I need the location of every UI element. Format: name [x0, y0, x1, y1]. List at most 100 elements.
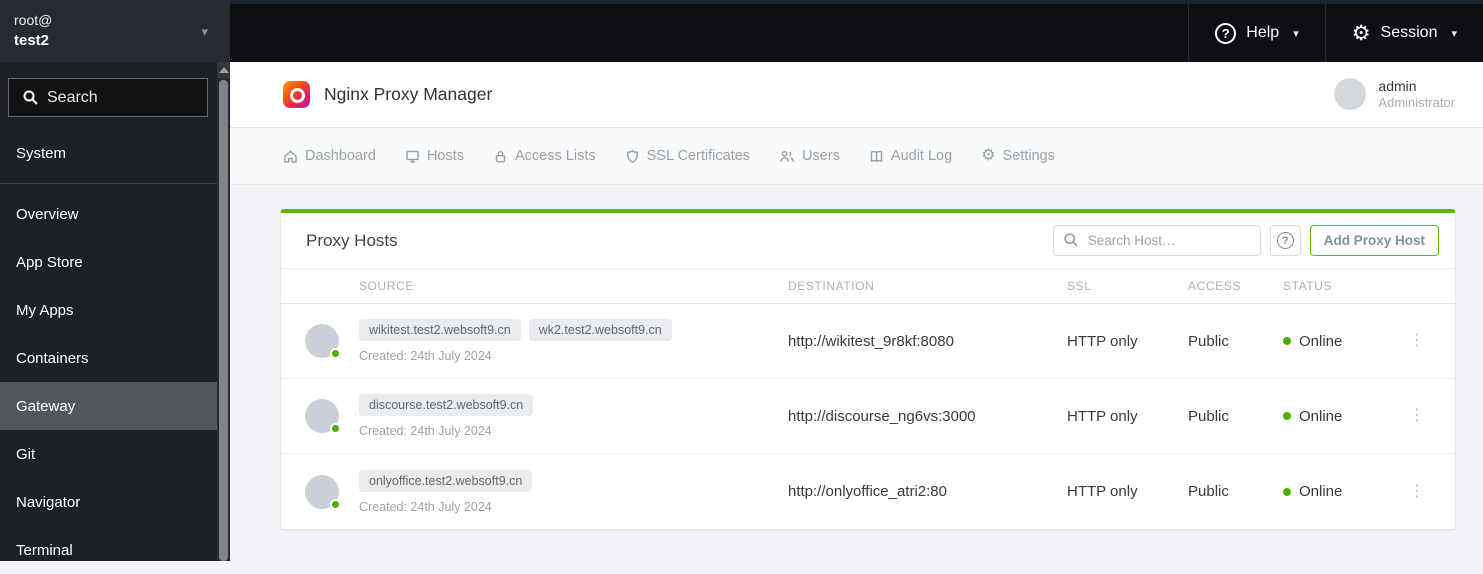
- app-title: Nginx Proxy Manager: [324, 84, 492, 105]
- status-online-dot-icon: [1283, 337, 1291, 345]
- nginx-proxy-manager-logo-icon: [283, 81, 310, 108]
- created-date: Created: 24th July 2024: [359, 424, 788, 438]
- source-domain-badge: onlyoffice.test2.websoft9.cn: [359, 470, 532, 492]
- users-icon: [779, 149, 795, 164]
- access-cell: Public: [1188, 333, 1283, 350]
- sidebar-menu: System Overview App Store My Apps Contai…: [0, 129, 230, 574]
- table-row[interactable]: wikitest.test2.websoft9.cn wk2.test2.web…: [281, 304, 1455, 379]
- tab-settings[interactable]: ⚙ Settings: [981, 148, 1055, 164]
- add-proxy-host-button[interactable]: Add Proxy Host: [1310, 225, 1439, 256]
- shell-sidebar: root@ test2 ▾ System Overview App Store …: [0, 0, 230, 561]
- user-menu[interactable]: admin Administrator: [1334, 77, 1455, 112]
- sidebar-item-my-apps[interactable]: My Apps: [0, 286, 217, 334]
- status-online-dot-icon: [1283, 488, 1291, 496]
- column-header-destination: DESTINATION: [788, 279, 1067, 293]
- sidebar-item-terminal[interactable]: Terminal: [0, 526, 217, 574]
- table-row[interactable]: onlyoffice.test2.websoft9.cn Created: 24…: [281, 454, 1455, 529]
- sidebar-item-overview[interactable]: Overview: [0, 190, 217, 238]
- panel-header: Proxy Hosts ? Add Proxy Host: [281, 213, 1455, 268]
- home-icon: [283, 149, 298, 164]
- session-menu-button[interactable]: ⚙ Session ▾: [1325, 4, 1483, 62]
- access-cell: Public: [1188, 408, 1283, 425]
- tab-audit-log[interactable]: Audit Log: [869, 148, 952, 164]
- monitor-icon: [405, 149, 420, 164]
- status-label: Online: [1299, 333, 1342, 350]
- help-icon: ?: [1215, 23, 1236, 44]
- column-header-status: STATUS: [1283, 279, 1393, 293]
- ssl-cell: HTTP only: [1067, 408, 1188, 425]
- online-dot-icon: [330, 499, 341, 510]
- tab-dashboard[interactable]: Dashboard: [283, 148, 376, 164]
- created-date: Created: 24th July 2024: [359, 349, 788, 363]
- gear-icon: ⚙: [1352, 23, 1371, 44]
- scroll-up-arrow[interactable]: [217, 62, 230, 78]
- avatar: [305, 399, 339, 433]
- host-switcher[interactable]: root@ test2 ▾: [0, 0, 230, 62]
- avatar: [305, 475, 339, 509]
- destination-cell: http://wikitest_9r8kf:8080: [788, 333, 1067, 350]
- tab-access-lists[interactable]: Access Lists: [493, 148, 596, 164]
- gear-icon: ⚙: [981, 148, 995, 164]
- panel-help-button[interactable]: ?: [1270, 225, 1301, 256]
- tab-hosts[interactable]: Hosts: [405, 148, 464, 164]
- sidebar-item-system[interactable]: System: [0, 129, 217, 177]
- scrollbar-thumb[interactable]: [219, 80, 228, 561]
- session-label: Session: [1381, 24, 1438, 42]
- source-domain-badge: discourse.test2.websoft9.cn: [359, 394, 533, 416]
- access-cell: Public: [1188, 483, 1283, 500]
- sidebar-item-app-store[interactable]: App Store: [0, 238, 217, 286]
- column-header-access: ACCESS: [1188, 279, 1283, 293]
- triangle-up-icon: [219, 67, 229, 73]
- sidebar-item-containers[interactable]: Containers: [0, 334, 217, 382]
- created-date: Created: 24th July 2024: [359, 500, 788, 514]
- row-actions-kebab-icon[interactable]: ⋮: [1409, 333, 1455, 349]
- question-icon: ?: [1277, 232, 1294, 249]
- search-icon: [1063, 232, 1079, 248]
- host-name-label: test2: [14, 30, 52, 52]
- shell-topbar: ? Help ▾ ⚙ Session ▾: [230, 0, 1483, 62]
- status-label: Online: [1299, 483, 1342, 500]
- host-search-input[interactable]: [1053, 225, 1261, 256]
- app-tabs: Dashboard Hosts Access Lists SSL Certifi…: [230, 128, 1483, 185]
- sidebar-item-git[interactable]: Git: [0, 430, 217, 478]
- sidebar-divider: [0, 183, 217, 184]
- user-name: admin: [1378, 77, 1455, 95]
- tab-users[interactable]: Users: [779, 148, 840, 164]
- shield-icon: [625, 149, 640, 164]
- user-role: Administrator: [1378, 95, 1455, 112]
- chevron-down-icon: ▾: [1451, 27, 1457, 40]
- table-header-row: SOURCE DESTINATION SSL ACCESS STATUS: [281, 268, 1455, 304]
- source-domain-badge: wikitest.test2.websoft9.cn: [359, 319, 521, 341]
- help-menu-button[interactable]: ? Help ▾: [1188, 4, 1324, 62]
- ssl-cell: HTTP only: [1067, 333, 1188, 350]
- source-domain-badge: wk2.test2.websoft9.cn: [529, 319, 672, 341]
- sidebar-scrollbar[interactable]: [217, 62, 230, 561]
- destination-cell: http://onlyoffice_atri2:80: [788, 483, 1067, 500]
- destination-cell: http://discourse_ng6vs:3000: [788, 408, 1067, 425]
- sidebar-item-gateway[interactable]: Gateway: [0, 382, 217, 430]
- sidebar-item-navigator[interactable]: Navigator: [0, 478, 217, 526]
- panel-title: Proxy Hosts: [306, 231, 398, 251]
- table-row[interactable]: discourse.test2.websoft9.cn Created: 24t…: [281, 379, 1455, 454]
- chevron-down-icon: ▾: [1293, 27, 1299, 40]
- column-header-source: SOURCE: [359, 279, 788, 293]
- row-actions-kebab-icon[interactable]: ⋮: [1409, 408, 1455, 424]
- avatar: [305, 324, 339, 358]
- search-icon: [22, 89, 39, 106]
- app-header: Nginx Proxy Manager admin Administrator: [230, 62, 1483, 128]
- tab-ssl-certificates[interactable]: SSL Certificates: [625, 148, 750, 164]
- main-content: Nginx Proxy Manager admin Administrator …: [230, 62, 1483, 561]
- row-actions-kebab-icon[interactable]: ⋮: [1409, 484, 1455, 500]
- host-user-label: root@: [14, 10, 52, 30]
- online-dot-icon: [330, 348, 341, 359]
- proxy-hosts-panel: Proxy Hosts ? Add Proxy Host SOURCE DEST…: [280, 209, 1456, 530]
- chevron-down-icon: ▾: [201, 24, 208, 40]
- online-dot-icon: [330, 423, 341, 434]
- ssl-cell: HTTP only: [1067, 483, 1188, 500]
- avatar: [1334, 78, 1366, 110]
- status-online-dot-icon: [1283, 412, 1291, 420]
- column-header-ssl: SSL: [1067, 279, 1188, 293]
- book-icon: [869, 149, 884, 164]
- status-label: Online: [1299, 408, 1342, 425]
- help-label: Help: [1246, 24, 1279, 42]
